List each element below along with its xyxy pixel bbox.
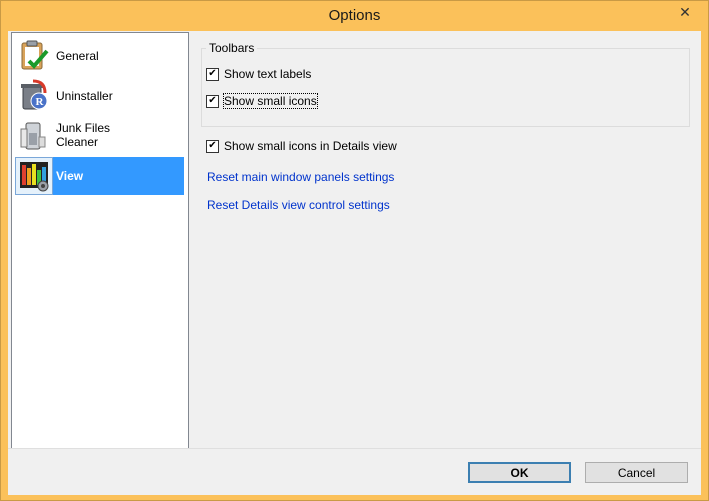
- trash-uninstaller-icon: R: [21, 79, 48, 110]
- view-equalizer-icon: [20, 162, 49, 192]
- sidebar-item-view[interactable]: View: [12, 157, 188, 195]
- show-small-icons-label: Show small icons: [223, 93, 318, 109]
- toolbars-groupbox: [201, 48, 690, 127]
- dialog-title: Options: [328, 7, 381, 24]
- show-small-icons-checkbox[interactable]: ✔: [206, 94, 219, 108]
- sidebar-item-general[interactable]: General: [12, 37, 188, 75]
- sidebar-item-uninstaller[interactable]: R Uninstaller: [12, 77, 188, 115]
- dialog-client-area: General R Uninstaller Junk Files Cleaner…: [8, 31, 701, 495]
- sidebar-item-label: View: [56, 169, 84, 183]
- show-small-icons-option[interactable]: ✔ Show small icons: [206, 93, 318, 109]
- show-text-labels-label: Show text labels: [224, 67, 312, 81]
- sidebar-item-junk-files-cleaner[interactable]: Junk Files Cleaner: [12, 117, 188, 155]
- options-dialog: Options ✕ General R Uninstaller Junk Fil…: [0, 0, 709, 501]
- close-button[interactable]: ✕: [668, 2, 702, 22]
- sidebar-item-label-line1: Junk Files: [56, 121, 111, 135]
- category-list: General R Uninstaller Junk Files Cleaner…: [11, 32, 189, 450]
- title-bar[interactable]: Options ✕: [1, 1, 708, 31]
- clipboard-check-icon: [21, 40, 49, 70]
- sidebar-item-label-line2: Cleaner: [56, 135, 99, 149]
- checkmark-icon: ✔: [208, 68, 217, 79]
- cancel-button[interactable]: Cancel: [585, 462, 688, 483]
- junk-files-icon: [20, 122, 46, 150]
- reset-panels-link[interactable]: Reset main window panels settings: [207, 170, 394, 184]
- sidebar-item-label: General: [56, 49, 99, 63]
- show-text-labels-option[interactable]: ✔ Show text labels: [206, 67, 311, 81]
- close-icon: ✕: [679, 3, 691, 20]
- button-bar: OK Cancel: [8, 448, 701, 495]
- show-small-icons-details-checkbox[interactable]: ✔: [206, 139, 219, 153]
- show-small-icons-details-label: Show small icons in Details view: [224, 139, 397, 153]
- ok-button[interactable]: OK: [468, 462, 571, 483]
- sidebar-item-label: Uninstaller: [56, 89, 113, 103]
- toolbars-group-title: Toolbars: [206, 41, 258, 55]
- svg-text:R: R: [36, 96, 45, 108]
- sidebar-item-label: Junk Files Cleaner: [56, 121, 110, 149]
- show-small-icons-details-option[interactable]: ✔ Show small icons in Details view: [206, 139, 397, 153]
- checkmark-icon: ✔: [208, 140, 217, 151]
- reset-details-link[interactable]: Reset Details view control settings: [207, 198, 390, 212]
- show-text-labels-checkbox[interactable]: ✔: [206, 67, 219, 81]
- checkmark-icon: ✔: [208, 95, 217, 106]
